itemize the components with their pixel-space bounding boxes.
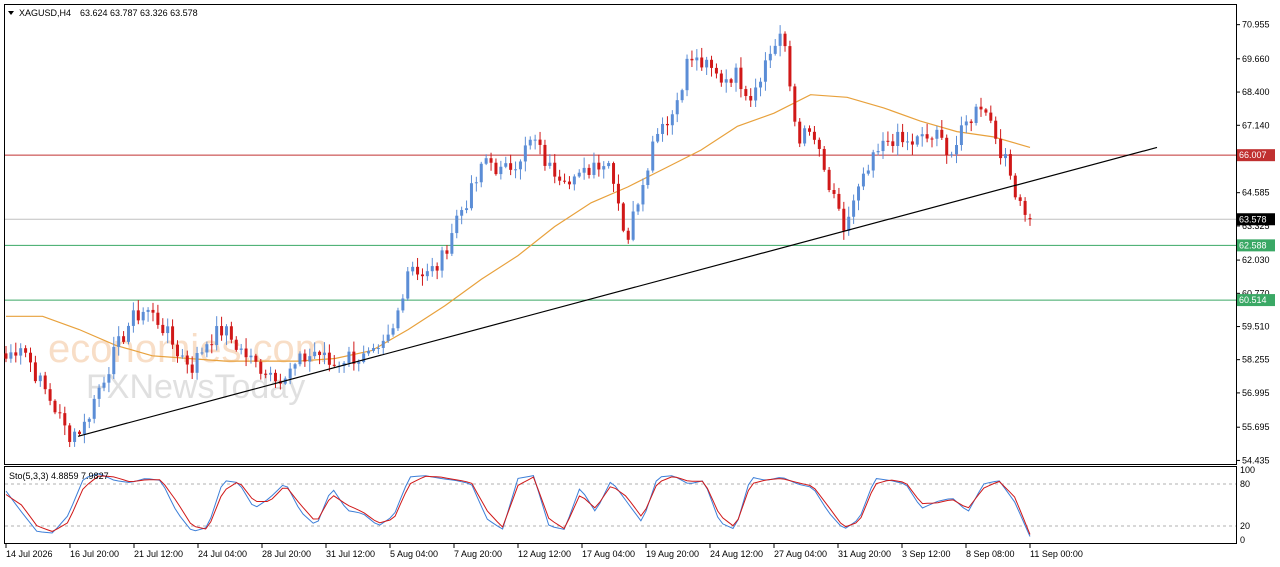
candle bbox=[621, 202, 625, 233]
chart-svg[interactable]: economies.com FXNewsToday 70.955 69.660 68… bbox=[0, 0, 1280, 567]
stoch-tick-label: 20 bbox=[1240, 521, 1250, 531]
time-tick-label: 21 Jul 12:00 bbox=[134, 549, 183, 559]
price-tick-label: 68.400 bbox=[1242, 87, 1270, 97]
candle bbox=[822, 146, 826, 172]
candle bbox=[793, 83, 797, 127]
price-tick-label: 55.695 bbox=[1242, 422, 1270, 432]
price-tick-label: 56.995 bbox=[1242, 388, 1270, 398]
time-tick-label: 5 Aug 04:00 bbox=[390, 549, 438, 559]
watermark: economies.com FXNewsToday bbox=[48, 327, 328, 406]
time-tick-label: 3 Sep 12:00 bbox=[902, 549, 951, 559]
stoch-tick-label: 100 bbox=[1240, 465, 1255, 475]
candle bbox=[126, 322, 130, 345]
candle bbox=[974, 103, 978, 126]
stoch-tick-label: 0 bbox=[1240, 535, 1245, 545]
time-tick-label: 7 Aug 20:00 bbox=[454, 549, 502, 559]
price-tick-label: 64.585 bbox=[1242, 188, 1270, 198]
time-tick-label: 28 Jul 20:00 bbox=[262, 549, 311, 559]
time-tick-label: 24 Aug 12:00 bbox=[710, 549, 763, 559]
time-tick-label: 17 Aug 04:00 bbox=[582, 549, 635, 559]
candle bbox=[788, 40, 792, 92]
stoch-chart-frame[interactable] bbox=[4, 466, 1237, 544]
candle bbox=[396, 307, 400, 331]
time-tick-label: 27 Aug 04:00 bbox=[774, 549, 827, 559]
price-tick-label: 69.660 bbox=[1242, 54, 1270, 64]
candle bbox=[798, 118, 802, 148]
time-tick-label: 31 Aug 20:00 bbox=[838, 549, 891, 559]
ohlc-values: 63.624 63.787 63.326 63.578 bbox=[80, 8, 198, 18]
level-tag-1: 62.588 bbox=[1239, 240, 1267, 250]
time-tick-label: 24 Jul 04:00 bbox=[198, 549, 247, 559]
time-tick-label: 14 Jul 2026 bbox=[6, 549, 53, 559]
time-tick-label: 31 Jul 12:00 bbox=[326, 549, 375, 559]
symbol-name: XAGUSD,H4 bbox=[19, 8, 71, 18]
time-tick-label: 12 Aug 12:00 bbox=[518, 549, 571, 559]
level-tag-0: 66.007 bbox=[1239, 150, 1267, 160]
watermark-line2: FXNewsToday bbox=[86, 368, 305, 406]
time-tick-label: 19 Aug 20:00 bbox=[646, 549, 699, 559]
price-tick-label: 59.510 bbox=[1242, 322, 1270, 332]
candle bbox=[685, 54, 689, 97]
time-tick-label: 16 Jul 20:00 bbox=[70, 549, 119, 559]
price-tick-label: 67.140 bbox=[1242, 120, 1270, 130]
candle bbox=[803, 125, 807, 147]
symbol-header: XAGUSD,H4 63.624 63.787 63.326 63.578 bbox=[8, 8, 198, 18]
time-tick-label: 11 Sep 00:00 bbox=[1030, 549, 1083, 559]
stoch-tick-label: 80 bbox=[1240, 479, 1250, 489]
stoch-header: Sto(5,3,3) 4.8859 7.9827 bbox=[9, 471, 109, 481]
candle bbox=[298, 351, 302, 367]
last-price-tag: 63.578 bbox=[1239, 214, 1267, 224]
time-tick-label: 8 Sep 08:00 bbox=[966, 549, 1015, 559]
price-tick-label: 58.255 bbox=[1242, 355, 1270, 365]
price-tick-label: 70.955 bbox=[1242, 20, 1270, 30]
time-axis: 14 Jul 2026 16 Jul 20:00 21 Jul 12:00 24 Ju… bbox=[5, 544, 1083, 559]
price-tick-label: 62.030 bbox=[1242, 255, 1270, 265]
candle bbox=[406, 267, 410, 301]
level-tag-2: 60.514 bbox=[1239, 295, 1267, 305]
candle bbox=[1013, 173, 1017, 200]
candle bbox=[53, 399, 57, 415]
stoch-axis: 100 80 20 0 bbox=[1240, 465, 1255, 545]
candle bbox=[827, 167, 831, 193]
price-tick-label: 54.435 bbox=[1242, 455, 1270, 465]
